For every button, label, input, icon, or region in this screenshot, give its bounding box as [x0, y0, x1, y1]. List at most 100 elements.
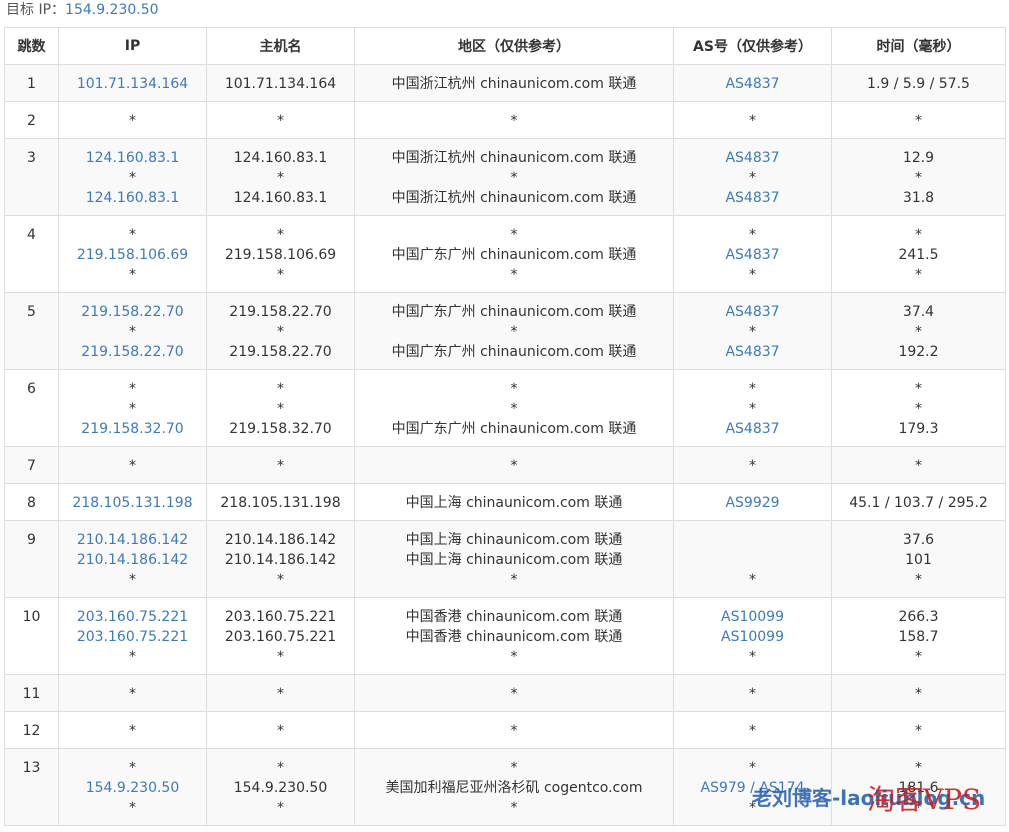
region-value: 中国上海 chinaunicom.com 联通: [405, 532, 623, 548]
region-value: 中国浙江杭州 chinaunicom.com 联通: [391, 190, 637, 206]
ip-value[interactable]: 219.158.22.70: [59, 342, 206, 362]
cell-region: 中国香港 chinaunicom.com 联通 中国香港 chinaunicom.…: [354, 597, 674, 675]
cell-hop: 12: [4, 711, 59, 749]
region-value: *: [510, 723, 518, 739]
ip-value[interactable]: 210.14.186.142: [59, 530, 206, 550]
hostname-value: 219.158.32.70: [229, 421, 332, 437]
table-header-row: 跳数 IP 主机名 地区（仅供参考） AS号（仅供参考） 时间（毫秒）: [4, 27, 1006, 65]
cell-hop: 5: [4, 292, 59, 370]
as-value[interactable]: AS4837: [674, 342, 831, 362]
cell-hostname: 218.105.131.198: [206, 483, 355, 521]
time-value: 1.9 / 5.9 / 57.5: [867, 76, 970, 92]
table-row: 6 * * 219.158.32.70 * * 219.158.32.70 * * 中国广东广州 …: [4, 369, 1006, 447]
region-value: 中国广东广州 chinaunicom.com 联通: [391, 344, 637, 360]
table-row: 4 * 219.158.106.69 * * 219.158.106.69 * * 中国广东广州…: [4, 215, 1006, 293]
region-value: *: [510, 760, 518, 776]
time-value: *: [915, 381, 922, 397]
hostname-value: *: [277, 723, 284, 739]
col-header-ip: IP: [58, 27, 207, 65]
as-value[interactable]: AS4837: [674, 148, 831, 168]
cell-ip: * 154.9.230.50 *: [58, 748, 207, 826]
cell-region: * 美国加利福尼亚州洛杉矶 cogentco.com *: [354, 748, 674, 826]
cell-ip: *: [58, 711, 207, 749]
cell-as: AS10099 AS10099 *: [673, 597, 832, 675]
cell-hostname: *: [206, 711, 355, 749]
col-header-time: 时间（毫秒）: [831, 27, 1006, 65]
table-row: 1 101.71.134.164 101.71.134.164 中国浙江杭州 chin…: [4, 64, 1006, 102]
target-ip-value[interactable]: 154.9.230.50: [65, 2, 159, 18]
as-value[interactable]: AS9929: [674, 493, 831, 513]
table-row: 5 219.158.22.70 * 219.158.22.70 219.158.22.7…: [4, 292, 1006, 370]
as-value[interactable]: AS4837: [674, 74, 831, 94]
table-row: 7 * * * * *: [4, 446, 1006, 484]
ip-value[interactable]: 124.160.83.1: [59, 148, 206, 168]
table-row: 9 210.14.186.142 210.14.186.142 * 210.14.186…: [4, 520, 1006, 598]
ip-value[interactable]: 124.160.83.1: [59, 188, 206, 208]
table-row: 12 * * * * *: [4, 711, 1006, 749]
ip-value[interactable]: 203.160.75.221: [59, 627, 206, 647]
cell-hostname: 210.14.186.142 210.14.186.142 *: [206, 520, 355, 598]
hostname-value: 124.160.83.1: [233, 150, 328, 166]
ip-value: *: [129, 227, 136, 243]
time-value: 266.3: [898, 609, 939, 625]
cell-as: AS4837 * AS4837: [673, 138, 832, 216]
region-value: *: [510, 800, 518, 816]
region-value: *: [510, 572, 518, 588]
hostname-value: 219.158.106.69: [224, 247, 337, 263]
hostname-value: *: [277, 401, 284, 417]
ip-value[interactable]: 219.158.106.69: [59, 245, 206, 265]
hostname-value: *: [277, 267, 284, 283]
cell-ip: 203.160.75.221 203.160.75.221 *: [58, 597, 207, 675]
region-value: *: [510, 649, 518, 665]
as-value[interactable]: AS10099: [674, 627, 831, 647]
region-value: *: [510, 227, 518, 243]
cell-hostname: * 219.158.106.69 *: [206, 215, 355, 293]
region-value: *: [510, 113, 518, 129]
cell-hop: 1: [4, 64, 59, 102]
ip-value[interactable]: 210.14.186.142: [59, 550, 206, 570]
cell-time: *: [831, 101, 1006, 139]
ip-value[interactable]: 154.9.230.50: [59, 778, 206, 798]
table-row: 8 218.105.131.198 218.105.131.198 中国上海 chin…: [4, 483, 1006, 521]
hop-number: 8: [27, 495, 36, 511]
cell-ip: *: [58, 101, 207, 139]
time-value: *: [915, 267, 922, 283]
region-value: 中国香港 chinaunicom.com 联通: [405, 609, 623, 625]
cell-hop: 3: [4, 138, 59, 216]
as-value: *: [749, 723, 756, 739]
as-value: *: [749, 686, 756, 702]
as-value[interactable]: AS979 / AS174: [674, 778, 831, 798]
ip-value[interactable]: 219.158.22.70: [59, 302, 206, 322]
ip-value[interactable]: 219.158.32.70: [59, 419, 206, 439]
time-value: *: [915, 649, 922, 665]
cell-hostname: 203.160.75.221 203.160.75.221 *: [206, 597, 355, 675]
cell-region: 中国浙江杭州 chinaunicom.com 联通 * 中国浙江杭州 chinaun…: [354, 138, 674, 216]
ip-value[interactable]: 218.105.131.198: [59, 493, 206, 513]
time-value: *: [915, 760, 922, 776]
as-value[interactable]: AS4837: [674, 188, 831, 208]
region-value: *: [510, 381, 518, 397]
cell-hostname: *: [206, 674, 355, 712]
cell-as: *: [673, 101, 832, 139]
traceroute-table: 跳数 IP 主机名 地区（仅供参考） AS号（仅供参考） 时间（毫秒） 1 101…: [4, 27, 1006, 826]
cell-region: 中国广东广州 chinaunicom.com 联通 * 中国广东广州 chinaun…: [354, 292, 674, 370]
ip-value[interactable]: 101.71.134.164: [59, 74, 206, 94]
ip-value: *: [129, 458, 136, 474]
cell-as: AS4837 * AS4837: [673, 292, 832, 370]
time-value: 45.1 / 103.7 / 295.2: [849, 495, 988, 511]
as-value[interactable]: AS10099: [674, 607, 831, 627]
table-row: 2 * * * * *: [4, 101, 1006, 139]
as-value[interactable]: AS4837: [674, 302, 831, 322]
region-value: *: [510, 170, 518, 186]
cell-region: * * 中国广东广州 chinaunicom.com 联通: [354, 369, 674, 447]
as-value: *: [749, 113, 756, 129]
cell-time: * 241.5 *: [831, 215, 1006, 293]
as-value[interactable]: AS4837: [674, 419, 831, 439]
hostname-value: *: [277, 800, 284, 816]
time-value: *: [915, 572, 922, 588]
as-value[interactable]: AS4837: [674, 245, 831, 265]
time-value: 181.6: [898, 780, 939, 796]
hostname-value: *: [277, 381, 284, 397]
ip-value[interactable]: 203.160.75.221: [59, 607, 206, 627]
cell-time: *: [831, 446, 1006, 484]
